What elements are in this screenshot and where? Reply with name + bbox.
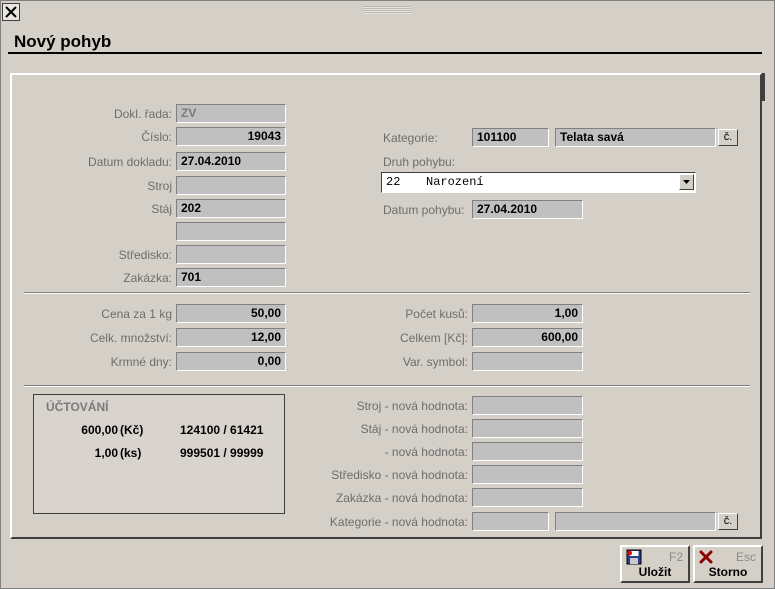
celk-mnozstvi-label: Celk. množství: bbox=[89, 331, 172, 345]
celk-mnozstvi-field[interactable]: 12,00 bbox=[176, 328, 286, 347]
drag-grip[interactable] bbox=[363, 6, 411, 14]
save-icon bbox=[626, 549, 642, 565]
druh-pohybu-name: Narození bbox=[426, 175, 484, 189]
druh-pohybu-code: 22 bbox=[386, 175, 401, 189]
cislo-field[interactable]: 19043 bbox=[176, 127, 286, 146]
zakazka-nova-field[interactable] bbox=[472, 488, 583, 507]
kategorie-lookup-button[interactable]: č. bbox=[718, 129, 738, 146]
stroj-nova-label: Stroj - nová hodnota: bbox=[356, 399, 468, 413]
datum-pohybu-label: Datum pohybu: bbox=[383, 203, 465, 217]
pocet-kusu-label: Počet kusů: bbox=[405, 307, 468, 321]
save-shortcut: F2 bbox=[668, 550, 683, 564]
close-button[interactable] bbox=[2, 3, 20, 21]
uctovani-unit: (ks) bbox=[120, 446, 142, 460]
staj-nova-field[interactable] bbox=[472, 419, 583, 438]
separator bbox=[24, 385, 750, 387]
dokl-rada-field[interactable]: ZV bbox=[176, 104, 286, 123]
uctovani-accounts: 999501 / 99999 bbox=[180, 446, 264, 460]
zakazka-field[interactable]: 701 bbox=[176, 268, 286, 287]
krmne-dny-label: Krmné dny: bbox=[110, 355, 172, 369]
cancel-button[interactable]: Esc Storno bbox=[693, 545, 763, 583]
save-button[interactable]: F2 Uložit bbox=[620, 545, 690, 583]
dokl-rada-label: Dokl. řada: bbox=[113, 107, 172, 121]
window-title: Nový pohyb bbox=[14, 32, 112, 51]
save-label: Uložit bbox=[638, 565, 672, 579]
staj-name-field[interactable] bbox=[176, 222, 286, 241]
cena-label: Cena za 1 kg bbox=[101, 307, 172, 321]
cena-field[interactable]: 50,00 bbox=[176, 304, 286, 323]
chevron-down-icon bbox=[683, 180, 690, 184]
cislo-label: Číslo: bbox=[141, 130, 172, 144]
kategorie-nova-label: Kategorie - nová hodnota: bbox=[329, 515, 468, 529]
druh-pohybu-label: Druh pohybu: bbox=[383, 155, 456, 169]
title-underline bbox=[8, 52, 762, 54]
kategorie-code-field[interactable]: 101100 bbox=[472, 128, 549, 147]
celkem-label: Celkem [Kč]: bbox=[399, 331, 468, 345]
kategorie-name-field[interactable]: Telata savá bbox=[555, 128, 716, 147]
close-icon bbox=[5, 6, 17, 18]
datum-dokladu-field[interactable]: 27.04.2010 bbox=[176, 152, 286, 171]
cancel-label: Storno bbox=[708, 565, 748, 579]
var-symbol-label: Var. symbol: bbox=[402, 355, 468, 369]
stroj-field[interactable] bbox=[176, 176, 286, 195]
uctovani-amount: 600,00 bbox=[81, 423, 118, 437]
krmne-dny-field[interactable]: 0,00 bbox=[176, 352, 286, 371]
kategorie-nova-lookup-button[interactable]: č. bbox=[718, 513, 738, 530]
nova-hodnota-field[interactable] bbox=[472, 442, 583, 461]
staj-field[interactable]: 202 bbox=[176, 199, 286, 218]
kategorie-nova-code-field[interactable] bbox=[472, 512, 549, 531]
nova-hodnota-label: - nová hodnota: bbox=[384, 445, 468, 459]
uctovani-unit: (Kč) bbox=[120, 423, 144, 437]
zakazka-nova-label: Zakázka - nová hodnota: bbox=[335, 491, 468, 505]
stroj-nova-field[interactable] bbox=[472, 396, 583, 415]
uctovani-accounts: 124100 / 61421 bbox=[180, 423, 264, 437]
stroj-label: Stroj bbox=[147, 179, 172, 193]
panel-edge bbox=[762, 73, 765, 101]
stredisko-field[interactable] bbox=[176, 245, 286, 264]
stredisko-label: Středisko: bbox=[118, 248, 172, 262]
stredisko-nova-label: Středisko - nová hodnota: bbox=[331, 468, 468, 482]
datum-pohybu-field[interactable]: 27.04.2010 bbox=[472, 200, 583, 219]
celkem-field[interactable]: 600,00 bbox=[472, 328, 583, 347]
uctovani-title: ÚČTOVÁNÍ bbox=[46, 400, 109, 414]
datum-dokladu-label: Datum dokladu: bbox=[87, 155, 172, 169]
pocet-kusu-field[interactable]: 1,00 bbox=[472, 304, 583, 323]
stredisko-nova-field[interactable] bbox=[472, 465, 583, 484]
zakazka-label: Zakázka: bbox=[123, 271, 172, 285]
uctovani-box: ÚČTOVÁNÍ 600,00 (Kč) 124100 / 61421 1,00… bbox=[33, 394, 285, 514]
separator bbox=[24, 292, 750, 294]
cancel-shortcut: Esc bbox=[735, 550, 756, 564]
kategorie-nova-name-field[interactable] bbox=[555, 512, 716, 531]
cancel-x-icon bbox=[699, 550, 713, 564]
staj-nova-label: Stáj - nová hodnota: bbox=[360, 422, 468, 436]
uctovani-amount: 1,00 bbox=[94, 446, 118, 460]
druh-pohybu-select[interactable]: 22 Narození bbox=[381, 172, 696, 193]
dropdown-button[interactable] bbox=[679, 174, 694, 190]
staj-label: Stáj bbox=[151, 202, 172, 216]
kategorie-label: Kategorie: bbox=[383, 131, 438, 145]
var-symbol-field[interactable] bbox=[472, 352, 583, 371]
